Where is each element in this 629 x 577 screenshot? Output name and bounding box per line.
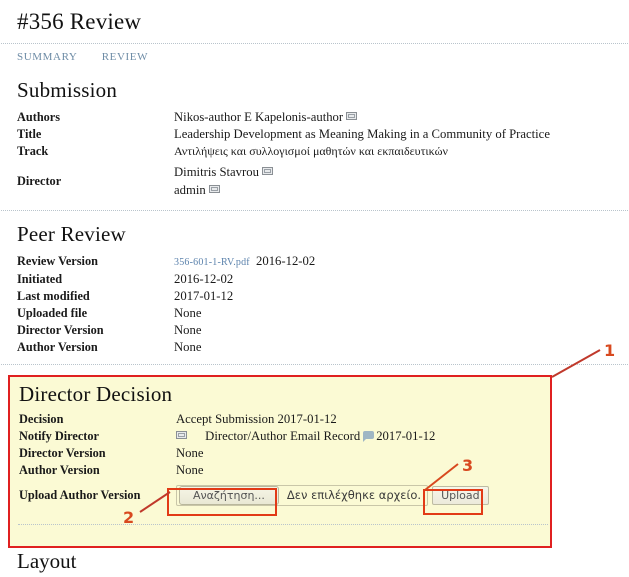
peer-review-rows: Review Version 356-601-1-RV.pdf 2016-12-…: [0, 253, 629, 356]
row-label-dd-director-version: Director Version: [19, 446, 106, 460]
envelope-icon[interactable]: [346, 112, 358, 120]
row-value-track: Αντιλήψεις και συλλογισμοί μαθητών και ε…: [174, 144, 448, 158]
annotation-number-1: 1: [604, 341, 616, 360]
director-name-line: Dimitris Stavrou: [174, 163, 629, 181]
director-name: Dimitris Stavrou: [174, 165, 259, 179]
row-initiated: Initiated 2016-12-02: [17, 271, 629, 288]
row-review-version: Review Version 356-601-1-RV.pdf 2016-12-…: [17, 253, 629, 271]
submission-heading: Submission: [17, 78, 118, 102]
row-value-dd-director-version: None: [176, 446, 204, 460]
row-label-initiated: Initiated: [17, 272, 63, 286]
row-label-notify-director: Notify Director: [19, 429, 100, 443]
browse-button[interactable]: Αναζήτηση...: [179, 485, 279, 505]
row-value-uploaded-file: None: [174, 306, 202, 320]
row-authors: Authors Nikos-author E Kapelonis-author: [17, 109, 629, 126]
row-label-last-modified: Last modified: [17, 289, 90, 303]
divider-peer-review: [1, 364, 628, 365]
speech-bubble-icon[interactable]: [363, 431, 375, 442]
divider-submission: [1, 210, 628, 211]
admin-name: admin: [174, 183, 206, 197]
page-title: #356 Review: [17, 9, 142, 34]
email-record-date: 2017-01-12: [376, 429, 436, 443]
director-decision-heading: Director Decision: [19, 382, 173, 406]
row-value-title: Leadership Development as Meaning Making…: [174, 127, 550, 141]
row-label-director-version: Director Version: [17, 323, 104, 337]
row-last-modified: Last modified 2017-01-12: [17, 288, 629, 305]
authors-text: Nikos-author E Kapelonis-author: [174, 110, 344, 124]
row-label-review-version: Review Version: [17, 254, 98, 268]
row-director-version: Director Version None: [17, 322, 629, 339]
row-value-review-version: 356-601-1-RV.pdf 2016-12-02: [174, 253, 629, 271]
row-value-dd-author-version: None: [176, 463, 204, 477]
review-page: #356 Review SUMMARY REVIEW Submission Au…: [0, 0, 629, 577]
row-value-notify-director: Director/Author Email Record 2017-01-12: [176, 428, 550, 445]
row-value-director-version: None: [174, 323, 202, 337]
row-label-decision: Decision: [19, 412, 64, 426]
row-track: Track Αντιλήψεις και συλλογισμοί μαθητών…: [17, 143, 629, 160]
row-label-upload-author-version: Upload Author Version: [19, 487, 141, 502]
tab-bar: SUMMARY REVIEW: [0, 44, 629, 65]
row-title: Title Leadership Development as Meaning …: [17, 126, 629, 143]
row-author-version: Author Version None: [17, 339, 629, 356]
row-value-author-version: None: [174, 340, 202, 354]
annotation-number-3: 3: [462, 456, 474, 475]
row-label-uploaded-file: Uploaded file: [17, 306, 88, 320]
row-notify-director: Notify Director Director/Author Email Re…: [19, 428, 550, 445]
admin-name-line: admin: [174, 181, 629, 199]
email-record-label[interactable]: Director/Author Email Record: [205, 429, 360, 443]
row-director: Director Dimitris Stavrou admin: [17, 163, 629, 199]
upload-button[interactable]: Upload: [432, 485, 489, 505]
row-label-track: Track: [17, 144, 49, 158]
row-label-title: Title: [17, 127, 42, 141]
row-label-director: Director: [17, 174, 62, 188]
row-value-initiated: 2016-12-02: [174, 272, 234, 286]
row-value-last-modified: 2017-01-12: [174, 289, 234, 303]
row-decision: Decision Accept Submission 2017-01-12: [19, 411, 550, 428]
row-value-upload-author-version: Αναζήτηση... Δεν επιλέχθηκε αρχείο. Uplo…: [176, 484, 550, 506]
envelope-icon[interactable]: [208, 185, 220, 193]
row-label-author-version: Author Version: [17, 340, 98, 354]
review-version-date: 2016-12-02: [256, 254, 316, 268]
layout-heading: Layout: [17, 549, 77, 573]
divider-director-decision-inner: [18, 524, 548, 525]
annotation-number-2: 2: [123, 508, 135, 527]
row-value-director: Dimitris Stavrou admin: [174, 163, 629, 199]
tab-review[interactable]: REVIEW: [102, 51, 148, 63]
tab-summary[interactable]: SUMMARY: [17, 51, 77, 63]
peer-review-heading: Peer Review: [17, 222, 126, 246]
review-version-pdf-link[interactable]: 356-601-1-RV.pdf: [174, 257, 250, 268]
envelope-icon[interactable]: [176, 431, 187, 439]
row-uploaded-file: Uploaded file None: [17, 305, 629, 322]
file-input-control[interactable]: Αναζήτηση... Δεν επιλέχθηκε αρχείο.: [176, 484, 429, 506]
row-value-authors: Nikos-author E Kapelonis-author: [174, 109, 629, 126]
envelope-icon[interactable]: [261, 167, 273, 175]
row-value-decision: Accept Submission 2017-01-12: [176, 412, 337, 426]
row-label-dd-author-version: Author Version: [19, 463, 100, 477]
row-label-authors: Authors: [17, 110, 61, 124]
row-upload-author-version: Upload Author Version Αναζήτηση... Δεν ε…: [19, 484, 550, 506]
submission-rows: Authors Nikos-author E Kapelonis-author …: [0, 109, 629, 199]
file-status-text: Δεν επιλέχθηκε αρχείο.: [286, 487, 422, 502]
